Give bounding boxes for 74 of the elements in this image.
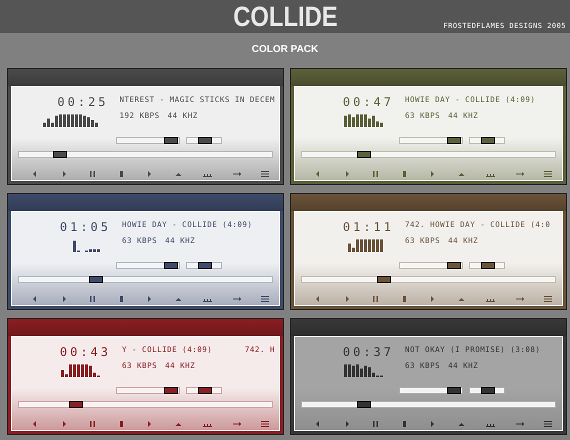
volume-slider[interactable] bbox=[399, 137, 463, 144]
stop-icon[interactable] bbox=[118, 170, 126, 178]
eject-icon[interactable] bbox=[174, 420, 182, 428]
spectrum-icon bbox=[344, 113, 386, 127]
next-icon[interactable] bbox=[429, 420, 437, 428]
next-icon[interactable] bbox=[146, 170, 154, 178]
stop-icon[interactable] bbox=[118, 295, 126, 303]
menu-icon[interactable] bbox=[544, 420, 552, 428]
volume-slider[interactable] bbox=[116, 137, 180, 144]
balance-slider[interactable] bbox=[469, 387, 505, 394]
menu-icon[interactable] bbox=[261, 420, 269, 428]
seek-bar[interactable] bbox=[18, 401, 273, 408]
play-icon[interactable] bbox=[344, 295, 352, 303]
balance-slider[interactable] bbox=[469, 137, 505, 144]
pause-icon[interactable] bbox=[372, 420, 380, 428]
seek-bar[interactable] bbox=[18, 276, 273, 283]
seek-bar[interactable] bbox=[301, 151, 556, 158]
eject-icon[interactable] bbox=[174, 170, 182, 178]
arrow-icon[interactable] bbox=[232, 420, 240, 428]
next-icon[interactable] bbox=[146, 295, 154, 303]
stop-icon[interactable] bbox=[400, 295, 408, 303]
eject-icon[interactable] bbox=[458, 170, 466, 178]
play-icon[interactable] bbox=[60, 170, 68, 178]
time-display: 00:43 bbox=[60, 345, 112, 359]
arrow-icon[interactable] bbox=[516, 295, 524, 303]
play-icon[interactable] bbox=[344, 170, 352, 178]
spectrum-icon bbox=[42, 113, 101, 127]
menu-icon[interactable] bbox=[544, 295, 552, 303]
spectrum-icon bbox=[61, 363, 103, 377]
subtitle: COLOR PACK bbox=[252, 44, 318, 57]
pause-icon[interactable] bbox=[372, 295, 380, 303]
next-icon[interactable] bbox=[146, 420, 154, 428]
arrow-icon[interactable] bbox=[516, 170, 524, 178]
menu-icon[interactable] bbox=[261, 170, 269, 178]
time-display: 00:25 bbox=[57, 95, 110, 109]
spectrum-icon bbox=[344, 363, 386, 377]
eject-icon[interactable] bbox=[174, 295, 182, 303]
next-icon[interactable] bbox=[429, 170, 437, 178]
seek-bar[interactable] bbox=[301, 276, 556, 283]
pause-icon[interactable] bbox=[89, 170, 97, 178]
time-display: 01:11 bbox=[342, 220, 395, 234]
menu-icon[interactable] bbox=[544, 170, 552, 178]
next-icon[interactable] bbox=[429, 295, 437, 303]
pause-icon[interactable] bbox=[89, 295, 97, 303]
seek-bar[interactable] bbox=[301, 401, 556, 408]
volume-slider[interactable] bbox=[399, 262, 463, 269]
balance-slider[interactable] bbox=[186, 387, 222, 394]
time-display: 01:05 bbox=[60, 220, 112, 234]
spectrum-icon bbox=[73, 238, 103, 252]
volume-slider[interactable] bbox=[399, 387, 463, 394]
balance-slider[interactable] bbox=[186, 137, 222, 144]
volume-slider[interactable] bbox=[116, 262, 180, 269]
play-icon[interactable] bbox=[60, 420, 68, 428]
play-icon[interactable] bbox=[344, 420, 352, 428]
eject-icon[interactable] bbox=[458, 420, 466, 428]
stop-icon[interactable] bbox=[400, 420, 408, 428]
arrow-icon[interactable] bbox=[516, 420, 524, 428]
stop-icon[interactable] bbox=[118, 420, 126, 428]
time-display: 00:37 bbox=[342, 345, 395, 359]
spectrum-icon bbox=[348, 238, 386, 252]
play-icon[interactable] bbox=[60, 295, 68, 303]
balance-slider[interactable] bbox=[186, 262, 222, 269]
volume-slider[interactable] bbox=[116, 387, 180, 394]
eject-icon[interactable] bbox=[458, 295, 466, 303]
page-title: COLLIDE bbox=[232, 0, 338, 32]
menu-icon[interactable] bbox=[261, 295, 269, 303]
balance-slider[interactable] bbox=[469, 262, 505, 269]
stop-icon[interactable] bbox=[400, 170, 408, 178]
arrow-icon[interactable] bbox=[232, 170, 240, 178]
seek-bar[interactable] bbox=[18, 151, 273, 158]
time-display: 00:47 bbox=[342, 95, 395, 109]
pause-icon[interactable] bbox=[89, 420, 97, 428]
arrow-icon[interactable] bbox=[232, 295, 240, 303]
pause-icon[interactable] bbox=[372, 170, 380, 178]
